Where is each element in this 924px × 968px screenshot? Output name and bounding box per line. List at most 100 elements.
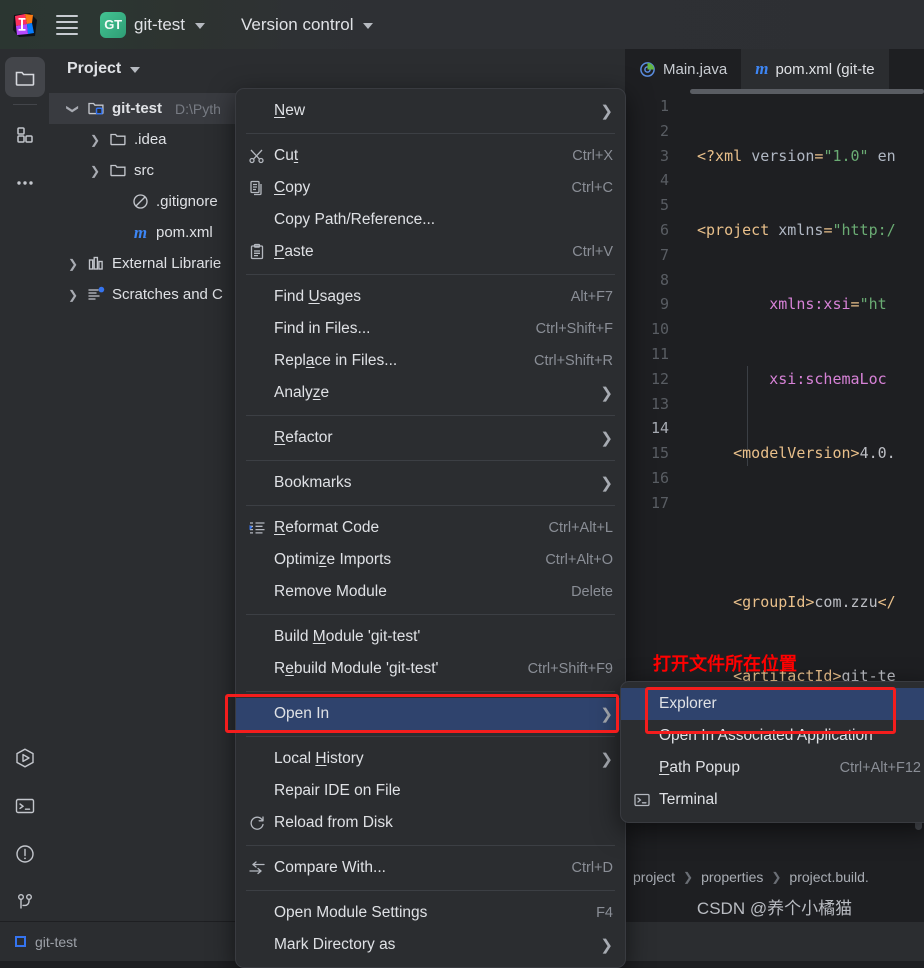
menu-item-replace-in-files[interactable]: Replace in Files... Ctrl+Shift+R <box>236 345 625 377</box>
menu-item-copy-path-reference[interactable]: Copy Path/Reference... <box>236 204 625 236</box>
submenu-item-open-in-associated-application[interactable]: Open In Associated Application <box>621 720 924 752</box>
hamburger-menu-icon[interactable] <box>50 8 84 42</box>
line-number: 5 <box>659 196 669 215</box>
tab-label: Main.java <box>663 60 728 78</box>
menu-item-paste[interactable]: Paste Ctrl+V <box>236 236 625 268</box>
menu-item-label: Reformat Code <box>274 519 380 536</box>
sidebar-item-run[interactable] <box>5 738 45 778</box>
menu-separator <box>246 415 615 416</box>
menu-item-compare-with[interactable]: Compare With... Ctrl+D <box>236 852 625 884</box>
context-menu: New ❯ Cut Ctrl+X Copy Ctrl+C Copy Path/Referen… <box>235 88 626 968</box>
menu-item-reformat-code[interactable]: Reformat Code Ctrl+Alt+L <box>236 512 625 544</box>
menu-separator <box>246 505 615 506</box>
menu-item-bookmarks[interactable]: Bookmarks ❯ <box>236 467 625 499</box>
line-number: 13 <box>650 394 669 413</box>
menu-separator <box>246 845 615 846</box>
menu-item-cut[interactable]: Cut Ctrl+X <box>236 140 625 172</box>
chevron-right-icon: ❯ <box>600 430 613 447</box>
chevron-down-icon[interactable]: ❯ <box>66 101 80 117</box>
menu-item-shortcut: Ctrl+D <box>571 860 614 876</box>
menu-item-label: Cut <box>274 147 299 164</box>
line-number: 6 <box>659 220 669 239</box>
folder-icon <box>109 130 128 149</box>
menu-item-label: Open In <box>274 705 330 722</box>
more-tool-windows-button[interactable] <box>5 163 45 203</box>
menu-item-optimize-imports[interactable]: Optimize Imports Ctrl+Alt+O <box>236 544 625 576</box>
code-line: <groupId>com.zzu</ <box>733 592 896 611</box>
tab-label: pom.xml (git-te <box>775 60 875 78</box>
menu-item-mark-directory-as[interactable]: Mark Directory as ❯ <box>236 929 625 961</box>
chevron-right-icon: ❯ <box>600 385 613 402</box>
project-selector[interactable]: GT git-test <box>96 9 213 41</box>
sidebar-item-version-control[interactable] <box>5 882 45 922</box>
ide-window: GT git-test Version control Project ❯ gi… <box>0 0 924 968</box>
menu-item-local-history[interactable]: Local History ❯ <box>236 743 625 775</box>
breadcrumb-item[interactable]: project <box>633 869 675 885</box>
breadcrumb-item[interactable]: properties <box>701 869 763 885</box>
chevron-right-icon[interactable]: ❯ <box>65 288 81 302</box>
tree-item-path: D:\Pyth <box>175 100 221 117</box>
menu-item-open-in[interactable]: Open In ❯ <box>236 698 625 730</box>
sidebar-item-structure[interactable] <box>5 115 45 155</box>
sidebar-item-problems[interactable] <box>5 834 45 874</box>
menu-item-new[interactable]: New ❯ <box>236 95 625 127</box>
menu-item-label: Replace in Files... <box>274 352 398 369</box>
submenu-item-path-popup[interactable]: Path Popup Ctrl+Alt+F12 <box>621 752 924 784</box>
menu-item-label: Paste <box>274 243 314 260</box>
menu-item-label: Bookmarks <box>274 474 352 491</box>
version-control-label: Version control <box>241 14 354 34</box>
menu-separator <box>246 133 615 134</box>
menu-item-reload-from-disk[interactable]: Reload from Disk <box>236 807 625 839</box>
menu-item-refactor[interactable]: Refactor ❯ <box>236 422 625 454</box>
menu-item-shortcut: Ctrl+Alt+F12 <box>839 760 921 776</box>
menu-item-label: Mark Directory as <box>274 936 396 953</box>
chevron-right-icon[interactable]: ❯ <box>87 164 103 178</box>
code-line: <project xmlns="http:/ <box>697 220 896 239</box>
structure-blocks-icon <box>15 125 35 145</box>
version-control-selector[interactable]: Version control <box>235 12 379 38</box>
line-number: 14 <box>650 419 669 438</box>
menu-item-find-usages[interactable]: Find Usages Alt+F7 <box>236 281 625 313</box>
chevron-right-icon[interactable]: ❯ <box>65 257 81 271</box>
compare-icon <box>248 859 274 877</box>
tree-item-label: git-test <box>112 100 162 117</box>
menu-item-rebuild-module-git-test[interactable]: Rebuild Module 'git-test' Ctrl+Shift+F9 <box>236 653 625 685</box>
tab-main-java[interactable]: Main.java <box>625 49 741 89</box>
tab-pom-xml[interactable]: m pom.xml (git-te <box>741 49 889 89</box>
problems-icon <box>14 843 36 865</box>
menu-item-analyze[interactable]: Analyze ❯ <box>236 377 625 409</box>
menu-item-label: Explorer <box>659 695 717 712</box>
tree-item-label: src <box>134 162 154 179</box>
status-branch-label[interactable]: git-test <box>35 934 77 950</box>
module-square-icon <box>14 935 27 948</box>
chevron-down-icon <box>195 22 206 29</box>
title-bar: GT git-test Version control <box>0 0 924 49</box>
menu-item-label: Refactor <box>274 429 333 446</box>
menu-item-find-in-files[interactable]: Find in Files... Ctrl+Shift+F <box>236 313 625 345</box>
breadcrumb[interactable]: project ❯ properties ❯ project.build. <box>625 863 924 891</box>
breadcrumb-item[interactable]: project.build. <box>789 869 868 885</box>
menu-item-remove-module[interactable]: Remove Module Delete <box>236 576 625 608</box>
sidebar-item-project[interactable] <box>4 57 45 97</box>
menu-separator <box>246 736 615 737</box>
menu-item-shortcut: F4 <box>596 905 613 921</box>
menu-item-build-module-git-test[interactable]: Build Module 'git-test' <box>236 621 625 653</box>
menu-item-copy[interactable]: Copy Ctrl+C <box>236 172 625 204</box>
menu-item-shortcut: Ctrl+X <box>572 148 613 164</box>
sidebar-item-terminal[interactable] <box>5 786 45 826</box>
tool-window-rail <box>0 49 50 922</box>
menu-separator <box>246 890 615 891</box>
project-panel-header: Project <box>49 49 625 89</box>
menu-item-repair-ide-on-file[interactable]: Repair IDE on File <box>236 775 625 807</box>
menu-item-open-module-settings[interactable]: Open Module Settings F4 <box>236 897 625 929</box>
submenu-item-terminal[interactable]: Terminal <box>621 784 924 816</box>
page-title: Project <box>67 60 122 77</box>
line-number: 8 <box>659 270 669 289</box>
code-line: xsi:schemaLoc <box>769 369 887 388</box>
chevron-right-icon: ❯ <box>600 937 613 954</box>
chevron-down-icon[interactable] <box>130 67 141 73</box>
chevron-right-icon[interactable]: ❯ <box>87 133 103 147</box>
menu-item-label: Build Module 'git-test' <box>274 628 421 645</box>
code-line: <modelVersion>4.0. <box>733 444 896 463</box>
submenu-item-explorer[interactable]: Explorer <box>621 688 924 720</box>
